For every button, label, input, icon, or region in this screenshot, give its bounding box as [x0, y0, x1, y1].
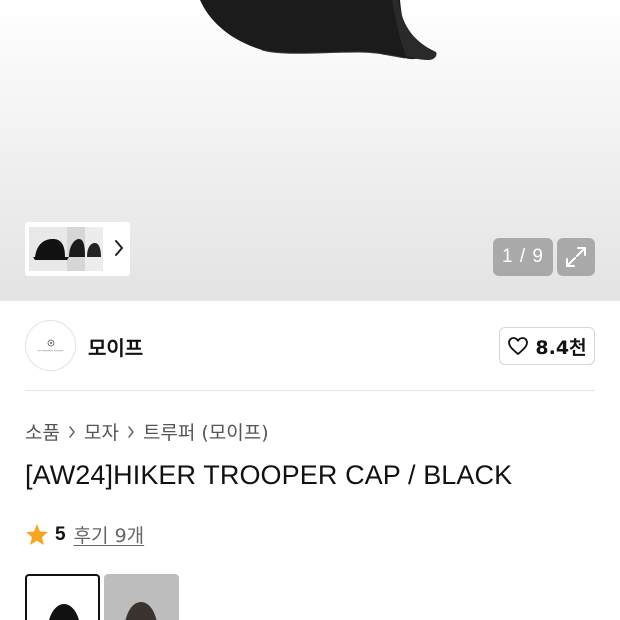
brand-logo[interactable]: ━━ ━━━━━━ ━━━━━: [25, 320, 76, 371]
like-count: 8.4천: [535, 336, 587, 359]
brand-name[interactable]: 모이프: [88, 332, 143, 361]
option-thumbnail[interactable]: [104, 574, 179, 620]
like-button[interactable]: 8.4천: [499, 327, 595, 365]
thumbnail-strip[interactable]: [25, 222, 130, 276]
expand-button[interactable]: [557, 238, 595, 276]
breadcrumb-item-product-group[interactable]: 트루퍼 (모이프): [143, 418, 269, 445]
breadcrumb: 소품 모자 트루퍼 (모이프): [25, 418, 269, 445]
option-image-black: [49, 604, 79, 620]
chevron-right-icon: [68, 425, 76, 439]
heart-outline-icon: [508, 337, 529, 355]
product-title: [AW24]HIKER TROOPER CAP / BLACK: [25, 460, 513, 490]
divider: [25, 390, 595, 391]
chevron-right-icon: [127, 425, 135, 439]
thumbnail-image: [29, 227, 103, 271]
review-link[interactable]: 후기 9개: [74, 521, 145, 548]
brand-logo-mark: [47, 339, 54, 346]
brand-logo-text-mark: ━━ ━━━━━━ ━━━━━: [37, 348, 64, 353]
image-counter: 1 / 9: [493, 238, 553, 276]
option-image-brown: [125, 602, 157, 620]
product-image-gallery[interactable]: 1 / 9: [0, 0, 620, 301]
breadcrumb-item-category[interactable]: 소품: [25, 418, 60, 445]
chevron-right-icon[interactable]: [114, 239, 124, 257]
option-thumbnail-selected[interactable]: [25, 574, 100, 620]
breadcrumb-item-subcategory[interactable]: 모자: [84, 418, 119, 445]
rating-score: 5: [55, 523, 66, 545]
rating: 5 후기 9개: [25, 521, 144, 548]
star-icon: [26, 524, 48, 545]
brand-row: ━━ ━━━━━━ ━━━━━ 모이프 8.4천: [25, 320, 595, 372]
expand-icon: [566, 247, 586, 267]
